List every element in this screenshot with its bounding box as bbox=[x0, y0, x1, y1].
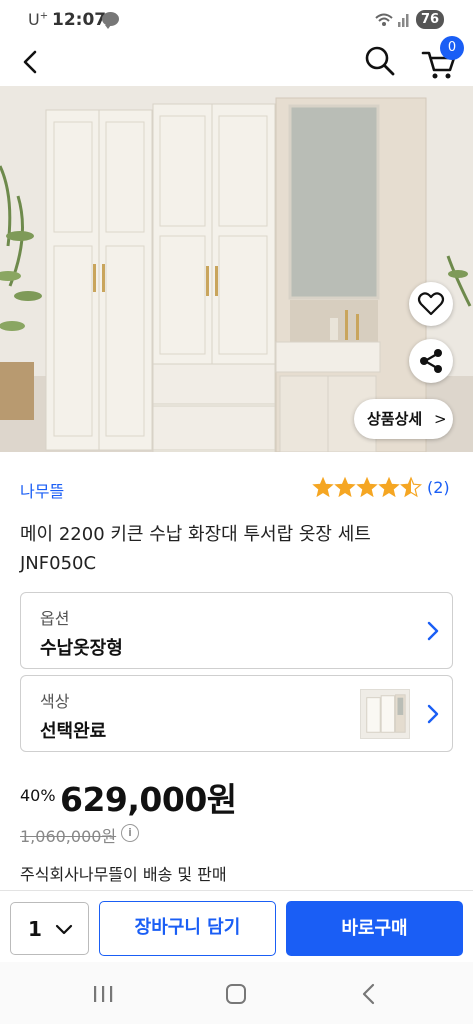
review-count-link[interactable]: (2) bbox=[427, 478, 450, 497]
info-icon[interactable]: i bbox=[121, 824, 139, 842]
status-bar: U+ 12:07 76 bbox=[0, 0, 473, 40]
chevron-right-icon: > bbox=[434, 410, 447, 428]
recent-apps-icon[interactable] bbox=[91, 984, 115, 1004]
home-icon[interactable] bbox=[226, 984, 246, 1004]
system-back-icon[interactable] bbox=[359, 982, 379, 1006]
chevron-right-icon bbox=[427, 704, 439, 724]
product-photo bbox=[0, 86, 473, 452]
star-rating bbox=[312, 476, 422, 498]
app-header: 0 bbox=[0, 36, 473, 86]
share-icon bbox=[420, 349, 442, 373]
search-icon bbox=[365, 46, 395, 76]
brand-link[interactable]: 나무뜰 bbox=[20, 478, 64, 502]
buy-now-button[interactable]: 바로구매 bbox=[286, 901, 463, 956]
chevron-right-icon bbox=[427, 621, 439, 641]
option-selector[interactable]: 옵션 수납옷장형 bbox=[20, 592, 453, 669]
option-value: 수납옷장형 bbox=[40, 638, 123, 659]
share-button[interactable] bbox=[409, 339, 453, 383]
star-icon bbox=[312, 476, 334, 498]
original-price: 1,060,000원 bbox=[20, 827, 117, 846]
seller-info: 주식회사나무뜰이 배송 및 판매 bbox=[20, 865, 227, 884]
back-arrow-icon bbox=[23, 50, 37, 74]
quantity-value: 1 bbox=[28, 917, 42, 941]
back-button[interactable] bbox=[14, 44, 46, 80]
talk-icon bbox=[102, 12, 119, 29]
carrier-label: U+ bbox=[28, 10, 49, 29]
star-icon bbox=[356, 476, 378, 498]
option-label: 옵션 bbox=[40, 609, 70, 628]
chevron-down-icon bbox=[55, 924, 73, 935]
purchase-action-bar: 1 장바구니 담기 바로구매 bbox=[0, 890, 473, 962]
battery-level: 76 bbox=[416, 10, 444, 29]
color-label: 색상 bbox=[40, 692, 70, 711]
search-button[interactable] bbox=[362, 43, 398, 79]
quantity-select[interactable]: 1 bbox=[10, 902, 89, 955]
product-image-carousel[interactable] bbox=[0, 86, 473, 452]
wifi-icon bbox=[375, 13, 409, 27]
product-detail-label: 상품상세 bbox=[367, 410, 423, 428]
system-navigation-bar bbox=[0, 962, 473, 1024]
color-selector[interactable]: 색상 선택완료 bbox=[20, 675, 453, 752]
add-to-cart-button[interactable]: 장바구니 담기 bbox=[99, 901, 276, 956]
sale-price: 629,000원 bbox=[60, 780, 237, 819]
status-time: 12:07 bbox=[52, 10, 107, 30]
product-detail-button[interactable]: 상품상세 > bbox=[354, 399, 453, 439]
cart-count-badge: 0 bbox=[440, 36, 464, 60]
star-icon bbox=[378, 476, 400, 498]
wishlist-button[interactable] bbox=[409, 282, 453, 326]
discount-rate: 40% bbox=[20, 786, 56, 805]
color-thumbnail bbox=[360, 689, 410, 739]
heart-icon bbox=[417, 292, 445, 316]
color-value: 선택완료 bbox=[40, 721, 107, 742]
star-icon bbox=[334, 476, 356, 498]
product-title: 메이 2200 키큰 수납 화장대 투서랍 옷장 세트 JNF050C bbox=[20, 524, 371, 574]
half-star-icon bbox=[400, 476, 422, 498]
